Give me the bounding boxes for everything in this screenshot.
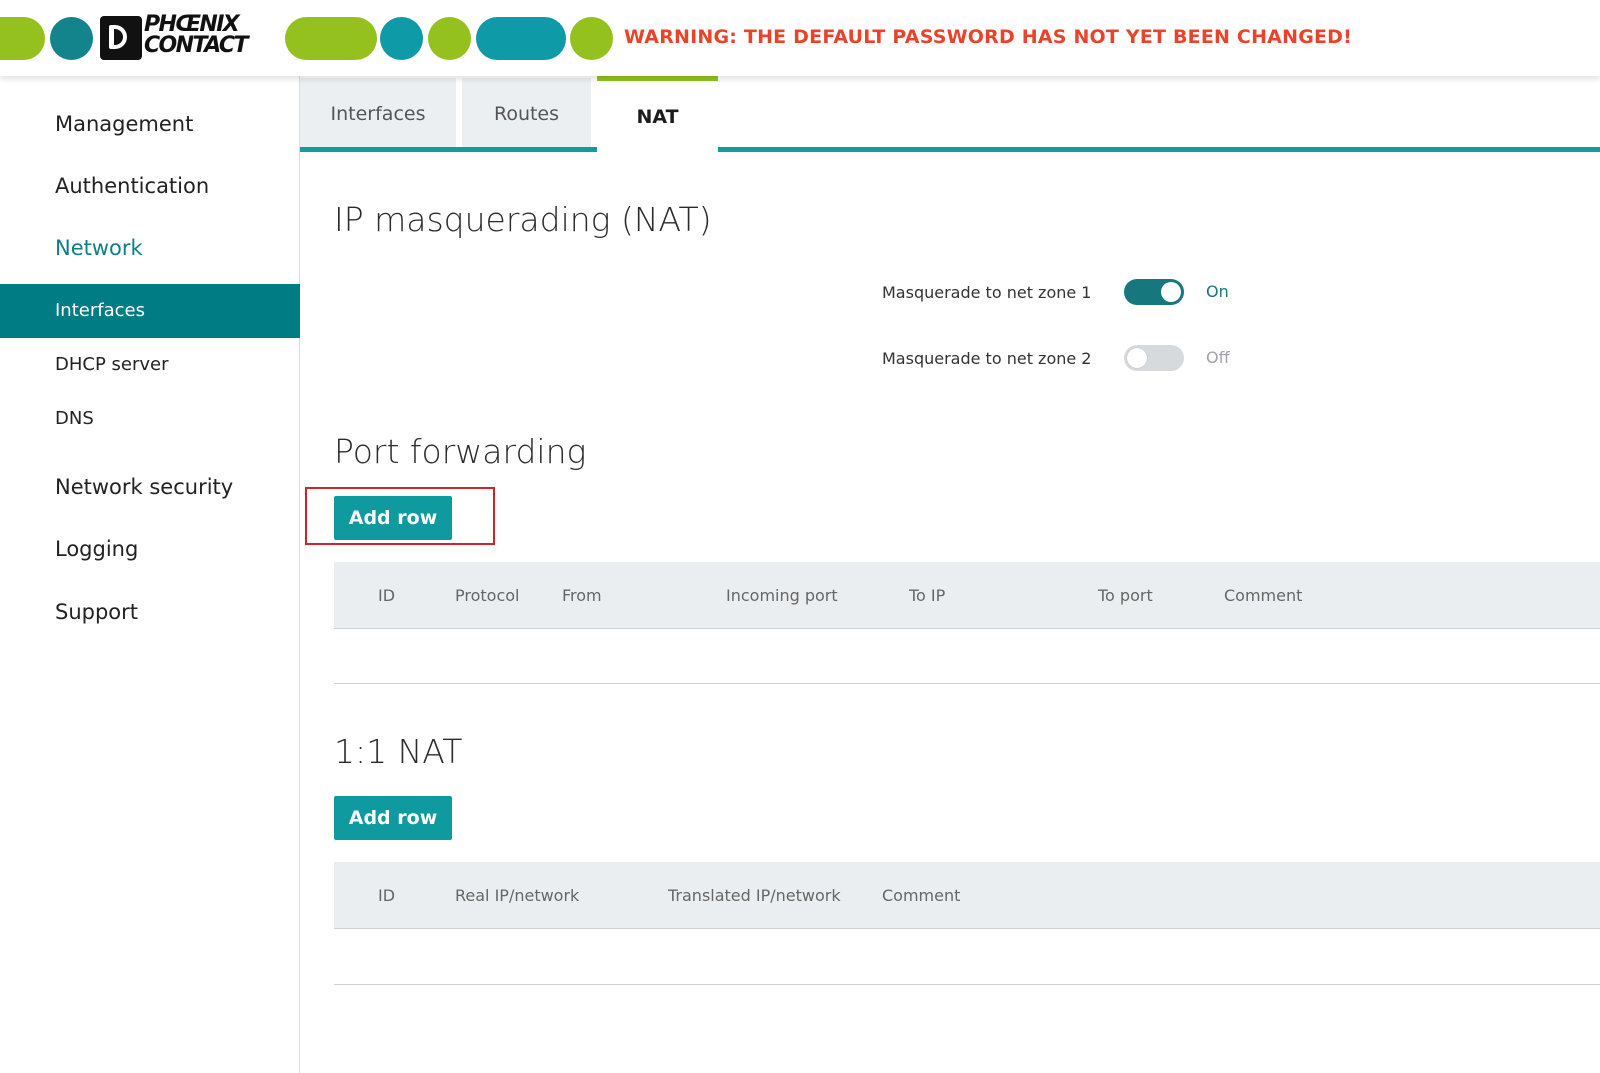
sidebar-subitem-dhcp-server[interactable]: DHCP server [0,338,300,392]
column-header-id[interactable]: ID [378,586,395,605]
masquerade-zone1-label: Masquerade to net zone 1 [882,283,1092,302]
port-forwarding-header-divider [334,628,1600,629]
column-header-comment[interactable]: Comment [882,886,960,905]
masquerade-zone1-toggle[interactable] [1124,279,1184,305]
column-header-to-ip[interactable]: To IP [909,586,945,605]
sidebar-item-support[interactable]: Support [55,600,138,624]
column-header-protocol[interactable]: Protocol [455,586,519,605]
sidebar-item-management[interactable]: Management [55,112,193,136]
masquerade-zone2-toggle[interactable] [1124,345,1184,371]
brand-shape-teal-pill [476,17,566,60]
column-header-from[interactable]: From [562,586,602,605]
ip-masquerading-title: IP masquerading (NAT) [334,200,712,239]
one-to-one-nat-title: 1:1 NAT [334,732,463,771]
sidebar-subitem-interfaces[interactable]: Interfaces [0,284,300,338]
masquerade-zone2-state: Off [1206,348,1230,367]
one-to-one-nat-add-row-button[interactable]: Add row [334,796,452,840]
port-forwarding-add-row-button[interactable]: Add row [334,496,452,540]
tab-underline-left [300,147,597,152]
brand-shape-teal-circle-2 [380,17,423,60]
masquerade-zone2-label: Masquerade to net zone 2 [882,349,1092,368]
phoenix-contact-logo-icon [100,16,142,60]
sidebar-item-authentication[interactable]: Authentication [55,174,209,198]
brand-shape-green-circle [428,17,471,60]
column-header-to-port[interactable]: To port [1098,586,1153,605]
column-header-incoming-port[interactable]: Incoming port [726,586,838,605]
port-forwarding-title: Port forwarding [334,432,587,471]
column-header-comment[interactable]: Comment [1224,586,1302,605]
brand-shape-green-left [0,17,45,60]
brand-shape-green-pill [285,17,377,60]
port-forwarding-table-header: ID Protocol From Incoming port To IP To … [334,562,1600,628]
top-header: PHŒNIX CONTACT WARNING: THE DEFAULT PASS… [0,0,1600,76]
sidebar: Management Authentication Network Interf… [0,76,300,1073]
tab-interfaces[interactable]: Interfaces [300,78,456,150]
brand-shape-teal-circle [50,17,93,60]
sidebar-item-network[interactable]: Network [55,236,143,260]
logo-line-2: CONTACT [144,33,248,58]
masquerade-zone1-state: On [1206,282,1229,301]
column-header-translated-ip-network[interactable]: Translated IP/network [668,886,841,905]
sidebar-item-logging[interactable]: Logging [55,537,138,561]
one-to-one-nat-table-header: ID Real IP/network Translated IP/network… [334,862,1600,928]
sidebar-item-network-security[interactable]: Network security [55,475,233,499]
tab-routes[interactable]: Routes [462,78,591,150]
phoenix-contact-logo-text: PHŒNIX CONTACT [144,12,280,58]
one-to-one-nat-header-divider [334,928,1600,929]
sidebar-subitem-dns[interactable]: DNS [0,392,300,446]
tab-underline-right [718,147,1600,152]
default-password-warning: WARNING: THE DEFAULT PASSWORD HAS NOT YE… [624,26,1352,48]
port-forwarding-table-bottom [334,683,1600,684]
logo-line-1: PHŒNIX [144,12,240,37]
column-header-real-ip-network[interactable]: Real IP/network [455,886,579,905]
tab-nat[interactable]: NAT [597,76,718,153]
one-to-one-nat-table-bottom [334,984,1600,985]
toggle-knob [1127,348,1147,368]
toggle-knob [1161,282,1181,302]
column-header-id[interactable]: ID [378,886,395,905]
brand-shape-green-circle-2 [570,17,613,60]
